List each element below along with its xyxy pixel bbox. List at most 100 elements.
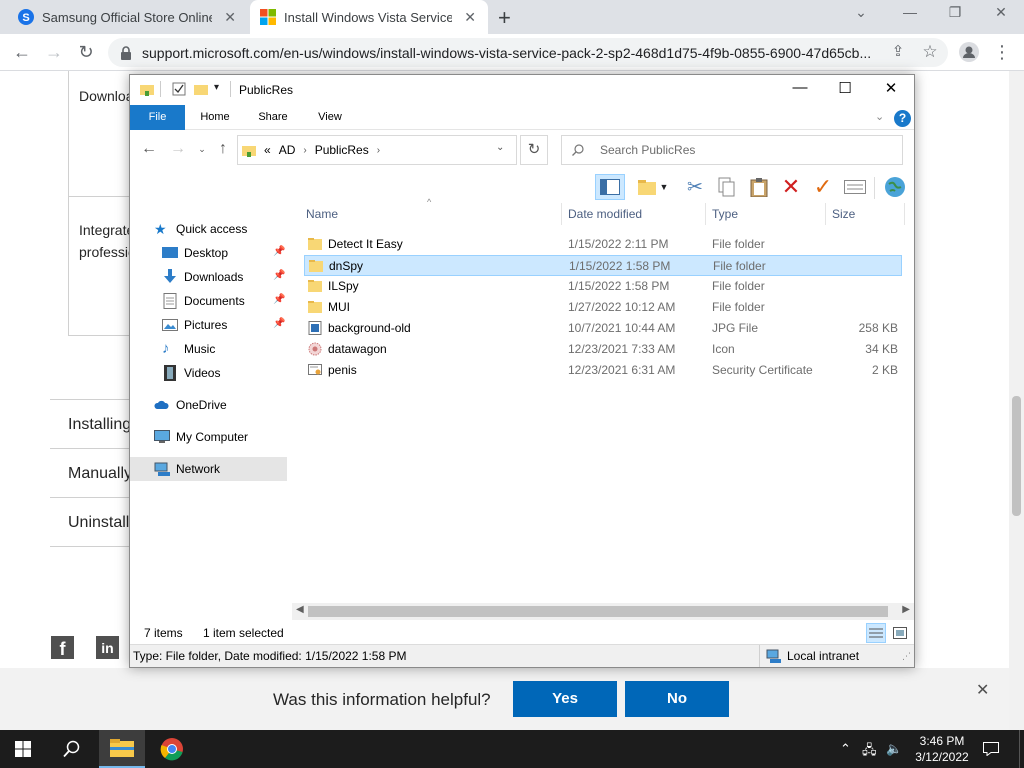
tab-close-icon[interactable]: ✕ xyxy=(462,9,478,26)
breadcrumb-prefix[interactable]: « xyxy=(264,143,271,157)
nav-onedrive[interactable]: OneDrive xyxy=(130,393,287,417)
tab-home[interactable]: Home xyxy=(192,105,238,130)
expand-ribbon-icon[interactable]: ⌄ xyxy=(875,110,884,123)
maximize-button[interactable]: ☐ xyxy=(830,79,860,97)
nav-videos[interactable]: Videos xyxy=(130,361,287,385)
preview-pane-icon[interactable] xyxy=(595,174,625,200)
show-desktop-button[interactable] xyxy=(1019,730,1024,768)
file-row[interactable]: penis 12/23/2021 6:31 AM Security Certif… xyxy=(304,360,902,381)
feedback-close-icon[interactable]: ✕ xyxy=(976,680,989,700)
profile-avatar[interactable] xyxy=(957,40,981,64)
file-row-selected[interactable]: dnSpy 1/15/2022 1:58 PM File folder xyxy=(304,255,902,276)
scroll-left-icon[interactable]: ◀ xyxy=(296,604,304,615)
bookmark-star-icon[interactable]: ☆ xyxy=(918,40,942,64)
linkedin-icon[interactable]: in xyxy=(96,636,119,659)
tab-file[interactable]: File xyxy=(130,105,185,130)
facebook-icon[interactable]: f xyxy=(51,636,74,659)
column-divider[interactable] xyxy=(904,203,905,225)
horizontal-scrollbar[interactable]: ◀ ▶ xyxy=(292,603,914,620)
delete-icon[interactable]: ✕ xyxy=(778,174,804,200)
recent-locations-icon[interactable]: ⌄ xyxy=(192,144,212,155)
column-divider[interactable] xyxy=(705,203,706,225)
nav-documents[interactable]: Documents 📌 xyxy=(130,289,287,313)
restore-button[interactable]: ❐ xyxy=(940,4,970,21)
tab-samsung[interactable]: S Samsung Official Store Online Pr ✕ xyxy=(8,0,248,34)
nav-desktop[interactable]: Desktop 📌 xyxy=(130,241,287,265)
pin-icon[interactable]: 📌 xyxy=(273,270,285,281)
pin-icon[interactable]: 📌 xyxy=(273,294,285,305)
globe-icon[interactable] xyxy=(882,174,908,200)
taskbar-file-explorer[interactable] xyxy=(99,730,145,768)
forward-icon[interactable]: → xyxy=(168,140,188,158)
address-dropdown-icon[interactable]: ⌄ xyxy=(496,142,504,153)
nav-quick-access[interactable]: ★ Quick access xyxy=(130,217,287,241)
file-row[interactable]: ILSpy 1/15/2022 1:58 PM File folder xyxy=(304,276,902,297)
nav-pictures[interactable]: Pictures 📌 xyxy=(130,313,287,337)
pin-icon[interactable]: 📌 xyxy=(273,246,285,257)
back-arrow-icon[interactable]: ← xyxy=(10,40,34,64)
network-status-icon[interactable]: 🖧 xyxy=(862,741,877,763)
large-icons-view-icon[interactable] xyxy=(890,623,910,643)
properties-icon[interactable] xyxy=(842,174,868,200)
accordion-manually[interactable]: Manually xyxy=(68,465,132,483)
file-row[interactable]: Detect It Easy 1/15/2022 2:11 PM File fo… xyxy=(304,234,902,255)
chevron-down-icon[interactable]: ⌄ xyxy=(846,4,876,21)
volume-icon[interactable]: 🔈 xyxy=(886,741,902,757)
start-button[interactable] xyxy=(0,730,46,768)
scroll-right-icon[interactable]: ▶ xyxy=(902,604,910,615)
forward-arrow-icon[interactable]: → xyxy=(42,40,66,64)
clock[interactable]: 3:46 PM 3/12/2022 xyxy=(914,733,970,765)
cut-icon[interactable]: ✂ xyxy=(682,174,708,200)
up-icon[interactable]: ↑ xyxy=(213,140,233,158)
accordion-installing[interactable]: Installing xyxy=(68,416,131,434)
chevron-right-icon[interactable]: › xyxy=(377,145,380,156)
file-row[interactable]: MUI 1/27/2022 10:12 AM File folder xyxy=(304,297,902,318)
tab-share[interactable]: Share xyxy=(250,105,296,130)
action-center-button[interactable] xyxy=(970,730,1012,768)
accordion-uninstall[interactable]: Uninstall xyxy=(68,514,129,532)
close-button[interactable]: ✕ xyxy=(876,79,906,97)
feedback-yes-button[interactable]: Yes xyxy=(513,681,617,717)
scrollbar-thumb[interactable] xyxy=(308,606,888,617)
paste-icon[interactable] xyxy=(746,174,772,200)
properties-icon[interactable] xyxy=(172,82,186,96)
address-bar[interactable]: support.microsoft.com/en-us/windows/inst… xyxy=(108,38,948,67)
nav-my-computer[interactable]: My Computer xyxy=(130,425,287,449)
browser-menu-icon[interactable]: ⋮ xyxy=(990,40,1014,64)
column-divider[interactable] xyxy=(561,203,562,225)
page-scrollbar[interactable] xyxy=(1009,71,1024,730)
close-window-button[interactable]: ✕ xyxy=(986,4,1016,21)
explorer-address-bar[interactable]: « AD › PublicRes › xyxy=(237,135,517,165)
column-header-type[interactable]: Type xyxy=(712,207,738,221)
file-row[interactable]: background-old 10/7/2021 10:44 AM JPG Fi… xyxy=(304,318,902,339)
column-header-size[interactable]: Size xyxy=(832,207,855,221)
nav-network[interactable]: Network xyxy=(130,457,287,481)
breadcrumb-publicres[interactable]: PublicRes xyxy=(315,143,369,157)
taskbar-chrome[interactable] xyxy=(149,730,195,768)
scrollbar-thumb[interactable] xyxy=(1012,396,1021,516)
file-row[interactable]: datawagon 12/23/2021 7:33 AM Icon 34 KB xyxy=(304,339,902,360)
nav-music[interactable]: ♪ Music xyxy=(130,337,287,361)
nav-downloads[interactable]: Downloads 📌 xyxy=(130,265,287,289)
resize-grip-icon[interactable]: ⋰ xyxy=(902,651,911,662)
rename-check-icon[interactable]: ✓ xyxy=(810,174,836,200)
breadcrumb-ad[interactable]: AD xyxy=(279,143,296,157)
feedback-no-button[interactable]: No xyxy=(625,681,729,717)
back-icon[interactable]: ← xyxy=(139,140,159,158)
customize-qat-icon[interactable]: ▾ xyxy=(214,82,219,93)
new-item-dropdown-icon[interactable]: ▼ xyxy=(658,174,670,200)
tab-microsoft-support[interactable]: Install Windows Vista Service Pac ✕ xyxy=(250,0,488,34)
help-icon[interactable]: ? xyxy=(894,110,911,127)
new-tab-button[interactable]: + xyxy=(498,5,511,31)
search-input[interactable]: Search PublicRes xyxy=(561,135,903,165)
minimize-button[interactable]: — xyxy=(785,79,815,96)
refresh-icon[interactable]: ↻ xyxy=(520,135,548,165)
reload-icon[interactable]: ↻ xyxy=(74,40,98,64)
show-hidden-icons-icon[interactable]: ⌃ xyxy=(840,741,851,757)
minimize-button[interactable]: — xyxy=(895,4,925,20)
copy-icon[interactable] xyxy=(714,174,740,200)
pin-icon[interactable]: 📌 xyxy=(273,318,285,329)
column-header-date[interactable]: Date modified xyxy=(568,207,642,221)
column-header-name[interactable]: Name xyxy=(306,207,338,221)
details-view-icon[interactable] xyxy=(866,623,886,643)
